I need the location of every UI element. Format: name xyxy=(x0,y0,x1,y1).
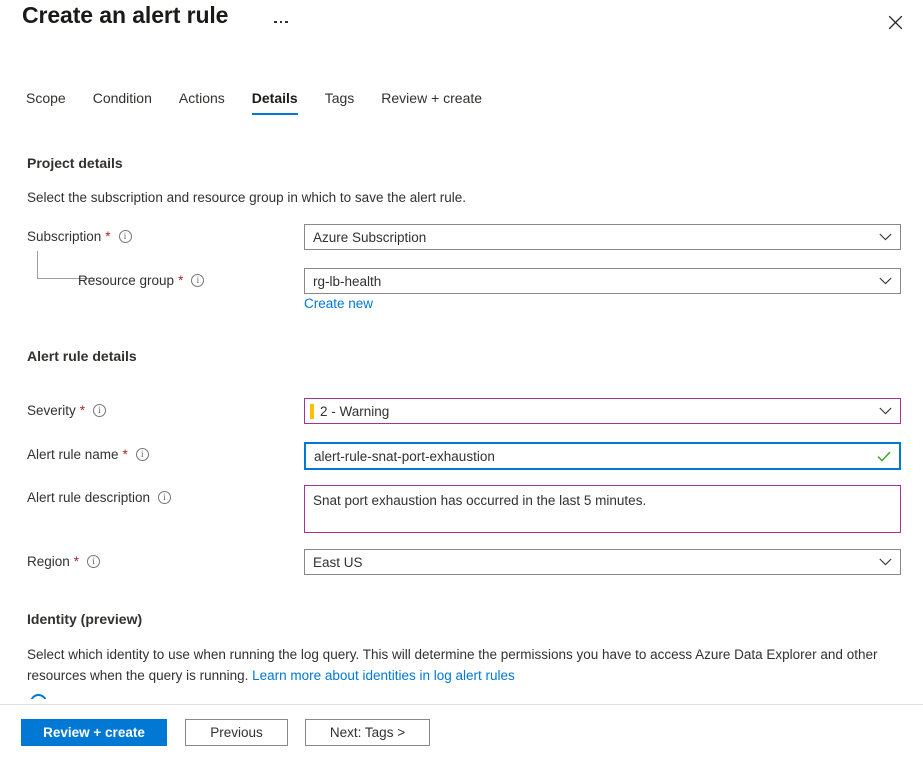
resource-group-label-text: Resource group xyxy=(78,273,174,288)
chevron-down-icon xyxy=(879,231,892,244)
severity-required-asterisk: * xyxy=(80,404,85,418)
subscription-required-asterisk: * xyxy=(105,230,110,244)
region-label: Region * i xyxy=(27,554,100,569)
tab-review-create[interactable]: Review + create xyxy=(381,90,482,115)
subscription-label-text: Subscription xyxy=(27,229,101,244)
alert-rule-description-label: Alert rule description i xyxy=(27,490,171,505)
region-required-asterisk: * xyxy=(74,555,79,569)
info-icon[interactable]: i xyxy=(93,404,106,417)
wizard-tabs: Scope Condition Actions Details Tags Rev… xyxy=(0,90,923,124)
tab-tags[interactable]: Tags xyxy=(325,90,355,115)
project-details-description: Select the subscription and resource gro… xyxy=(27,190,466,205)
resource-group-label: Resource group * i xyxy=(78,273,204,288)
severity-label-text: Severity xyxy=(27,403,76,418)
info-icon[interactable]: i xyxy=(191,274,204,287)
chevron-down-icon xyxy=(879,556,892,569)
identity-option-radio[interactable] xyxy=(30,694,47,699)
severity-label: Severity * i xyxy=(27,403,106,418)
more-options-icon[interactable] xyxy=(268,11,294,33)
alert-rule-name-label-text: Alert rule name xyxy=(27,447,119,462)
info-icon[interactable]: i xyxy=(158,491,171,504)
info-icon[interactable]: i xyxy=(87,555,100,568)
severity-dropdown[interactable]: 2 - Warning xyxy=(304,398,901,424)
alert-rule-name-label: Alert rule name * i xyxy=(27,447,149,462)
alert-rule-description-label-text: Alert rule description xyxy=(27,490,150,505)
severity-value: 2 - Warning xyxy=(320,404,389,419)
tab-actions[interactable]: Actions xyxy=(179,90,225,115)
subscription-dropdown[interactable]: Azure Subscription xyxy=(304,224,901,250)
blade-footer: Review + create Previous Next: Tags > xyxy=(0,704,923,766)
identity-description-line1: Select which identity to use when runnin… xyxy=(27,647,843,662)
identity-learn-more-link[interactable]: Learn more about identities in log alert… xyxy=(252,668,515,683)
blade-content: Project details Select the subscription … xyxy=(0,124,923,699)
tab-details[interactable]: Details xyxy=(252,90,298,115)
resource-group-value: rg-lb-health xyxy=(313,274,381,289)
project-details-heading: Project details xyxy=(27,155,123,171)
next-tags-button[interactable]: Next: Tags > xyxy=(305,719,430,746)
severity-indicator-bar xyxy=(310,404,314,419)
alert-rule-name-input[interactable]: alert-rule-snat-port-exhaustion xyxy=(304,442,901,470)
valid-check-icon xyxy=(877,449,891,463)
resource-group-required-asterisk: * xyxy=(178,274,183,288)
region-value: East US xyxy=(313,555,363,570)
subscription-label: Subscription * i xyxy=(27,229,132,244)
identity-heading: Identity (preview) xyxy=(27,611,142,627)
tab-condition[interactable]: Condition xyxy=(93,90,152,115)
alert-rule-description-textarea[interactable]: Snat port exhaustion has occurred in the… xyxy=(304,485,901,533)
info-icon[interactable]: i xyxy=(119,230,132,243)
alert-rule-name-value: alert-rule-snat-port-exhaustion xyxy=(314,449,495,464)
alert-rule-name-required-asterisk: * xyxy=(123,448,128,462)
identity-description: Select which identity to use when runnin… xyxy=(27,645,907,687)
info-icon[interactable]: i xyxy=(136,448,149,461)
blade-header: Create an alert rule xyxy=(0,0,923,46)
previous-button[interactable]: Previous xyxy=(185,719,288,746)
alert-rule-details-heading: Alert rule details xyxy=(27,348,137,364)
region-label-text: Region xyxy=(27,554,70,569)
tab-scope[interactable]: Scope xyxy=(26,90,66,115)
chevron-down-icon xyxy=(879,275,892,288)
chevron-down-icon xyxy=(879,405,892,418)
create-alert-rule-blade: Create an alert rule Scope Condition Act… xyxy=(0,0,923,766)
review-create-button[interactable]: Review + create xyxy=(21,719,167,746)
close-icon[interactable] xyxy=(879,6,911,38)
create-new-resource-group-link[interactable]: Create new xyxy=(304,296,373,311)
resource-group-dropdown[interactable]: rg-lb-health xyxy=(304,268,901,294)
subscription-value: Azure Subscription xyxy=(313,230,426,245)
region-dropdown[interactable]: East US xyxy=(304,549,901,575)
page-title: Create an alert rule xyxy=(22,2,228,29)
